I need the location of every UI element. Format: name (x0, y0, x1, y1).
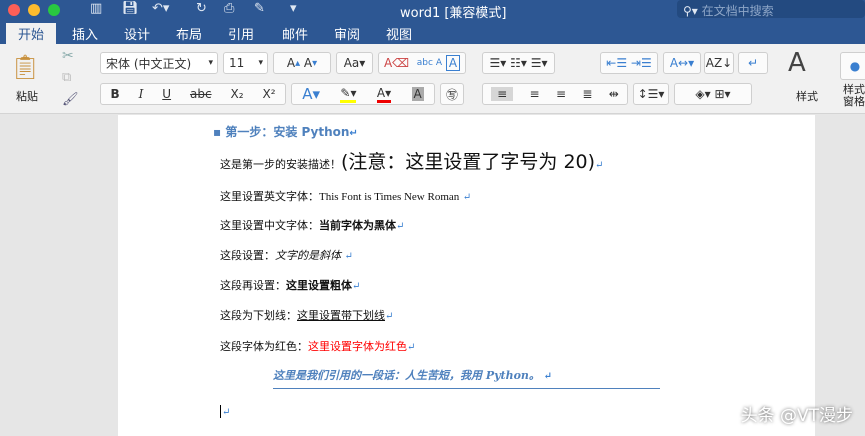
align-center-icon[interactable]: ≡ (530, 87, 540, 101)
tab-mailings[interactable]: 邮件 (270, 23, 320, 44)
align-right-icon[interactable]: ≡ (556, 87, 566, 101)
print-icon[interactable]: ⎙ (224, 1, 234, 16)
styles-pane-label[interactable]: 样式 窗格 (843, 84, 865, 108)
document-page[interactable]: ▪ 第一步：安装 Python↵ 这是第一步的安装描述！(注意：这里设置了字号为… (118, 115, 815, 436)
tab-view[interactable]: 视图 (374, 23, 424, 44)
ribbon-tabs: 开始 插入 设计 布局 引用 邮件 审阅 视图 (0, 20, 865, 44)
paragraph-chinese-font: 这里设置中文字体：当前字体为黑体↵ (220, 219, 405, 232)
styles-icon[interactable]: A (788, 48, 806, 78)
sidebar-icon[interactable]: ▥ (90, 1, 102, 16)
paragraph-bold: 这段再设置：这里设置粗体↵ (220, 279, 361, 292)
clear-format-abc-buttons[interactable]: A⌫ abc A A (378, 52, 466, 74)
distribute-icon[interactable]: ⇹ (609, 87, 619, 101)
quote-paragraph: 这里是我们引用的一段话：人生苦短，我用 Python。 ↵ (273, 367, 660, 389)
highlight-icon[interactable]: ✎▾ (340, 86, 357, 103)
paragraph-font-size: 这是第一步的安装描述！(注意：这里设置了字号为 20)↵ (220, 151, 604, 173)
styles-pane-icon[interactable]: ● (840, 52, 865, 80)
format-painter-icon[interactable]: 🖌︎ (62, 92, 79, 107)
paste-label: 粘贴 (16, 90, 38, 103)
shading-borders-icon[interactable]: ◈▾ ⊞▾ (674, 83, 752, 105)
paragraph-italic: 这段设置：文字的是斜体 ↵ (220, 249, 353, 262)
font-size-select[interactable]: 11 ▾ (223, 52, 268, 74)
chevron-down-icon: ▾ (258, 58, 263, 68)
superscript-button[interactable]: X² (262, 87, 275, 101)
tab-insert[interactable]: 插入 (60, 23, 110, 44)
char-shading-icon[interactable]: A (411, 87, 424, 101)
close-window-button[interactable] (8, 4, 20, 16)
font-name-select[interactable]: 宋体 (中文正文) ▾ (100, 52, 218, 74)
zoom-window-button[interactable] (48, 4, 60, 16)
tab-layout[interactable]: 布局 (164, 23, 214, 44)
enclose-char-icon[interactable]: ㊢ (440, 83, 464, 105)
redo-icon[interactable]: ↻ (196, 1, 207, 16)
paragraph-english-font: 这里设置英文字体：This Font is Times New Roman ↵ (220, 190, 472, 203)
search-icon: ⚲▾ (683, 4, 702, 18)
paragraph-underline: 这段为下划线：这里设置带下划线↵ (220, 309, 394, 322)
customize-toolbar-icon[interactable]: ▾ (290, 1, 297, 16)
bold-button[interactable]: B (110, 87, 119, 101)
indent-buttons[interactable]: ⇤☰ ⇥☰ (600, 52, 658, 74)
minimize-window-button[interactable] (28, 4, 40, 16)
font-color-group: A▾ ✎▾ A▾ A (291, 83, 435, 105)
align-left-icon[interactable]: ≡ (491, 87, 514, 101)
tab-design[interactable]: 设计 (112, 23, 162, 44)
title-bar: ▥ 💾︎ ↶▾ ↻ ⎙ ✎ ▾ word1 [兼容模式] ⚲▾ 在文档中搜索 (0, 0, 865, 21)
save-icon[interactable]: 💾︎ (122, 1, 139, 16)
strikethrough-button[interactable]: abc (190, 87, 212, 101)
edit-icon[interactable]: ✎ (254, 1, 265, 16)
font-style-group: B I U abc X₂ X² (100, 83, 286, 105)
font-color-icon[interactable]: A▾ (376, 86, 392, 103)
tab-references[interactable]: 引用 (216, 23, 266, 44)
subscript-button[interactable]: X₂ (231, 87, 244, 101)
italic-button[interactable]: I (139, 87, 144, 101)
paragraph-red: 这段字体为红色：这里设置字体为红色↵ (220, 340, 416, 353)
chevron-down-icon: ▾ (208, 58, 213, 68)
list-buttons[interactable]: ☰▾ ☷▾ ☰▾ (482, 52, 555, 74)
tab-review[interactable]: 审阅 (322, 23, 372, 44)
ribbon: 📋︎ 粘贴 ✂ ⧉ 🖌︎ 宋体 (中文正文) ▾ 11 ▾ A ▴ A ▾ Aa▾ A⌫… (0, 44, 865, 114)
text-direction-icon[interactable]: A↔▾ (663, 52, 701, 74)
tab-home[interactable]: 开始 (6, 23, 57, 44)
paste-icon[interactable]: 📋︎ (6, 50, 44, 84)
styles-label[interactable]: 样式 (796, 88, 818, 104)
heading-1: ▪ 第一步：安装 Python↵ (213, 125, 358, 139)
undo-icon[interactable]: ↶▾ (152, 1, 169, 16)
justify-icon[interactable]: ≣ (582, 87, 592, 101)
font-grow-shrink-buttons[interactable]: A ▴ A ▾ (273, 52, 331, 74)
text-cursor: ↵ (220, 405, 231, 418)
alignment-group: ≡ ≡ ≡ ≣ ⇹ (482, 83, 628, 105)
line-spacing-icon[interactable]: ↕☰▾ (633, 83, 669, 105)
window-title: word1 [兼容模式] (400, 6, 507, 21)
sort-icon[interactable]: AZ↓ (704, 52, 734, 74)
copy-icon[interactable]: ⧉ (62, 70, 71, 85)
search-input[interactable]: ⚲▾ 在文档中搜索 (677, 0, 865, 18)
text-effects-icon[interactable]: A▾ (302, 85, 320, 103)
underline-button[interactable]: U (162, 87, 171, 101)
change-case-button[interactable]: Aa▾ (336, 52, 373, 74)
watermark: 头条 @VT漫步 (740, 406, 853, 426)
show-marks-icon[interactable]: ↵ (738, 52, 768, 74)
cut-icon[interactable]: ✂ (62, 48, 74, 64)
